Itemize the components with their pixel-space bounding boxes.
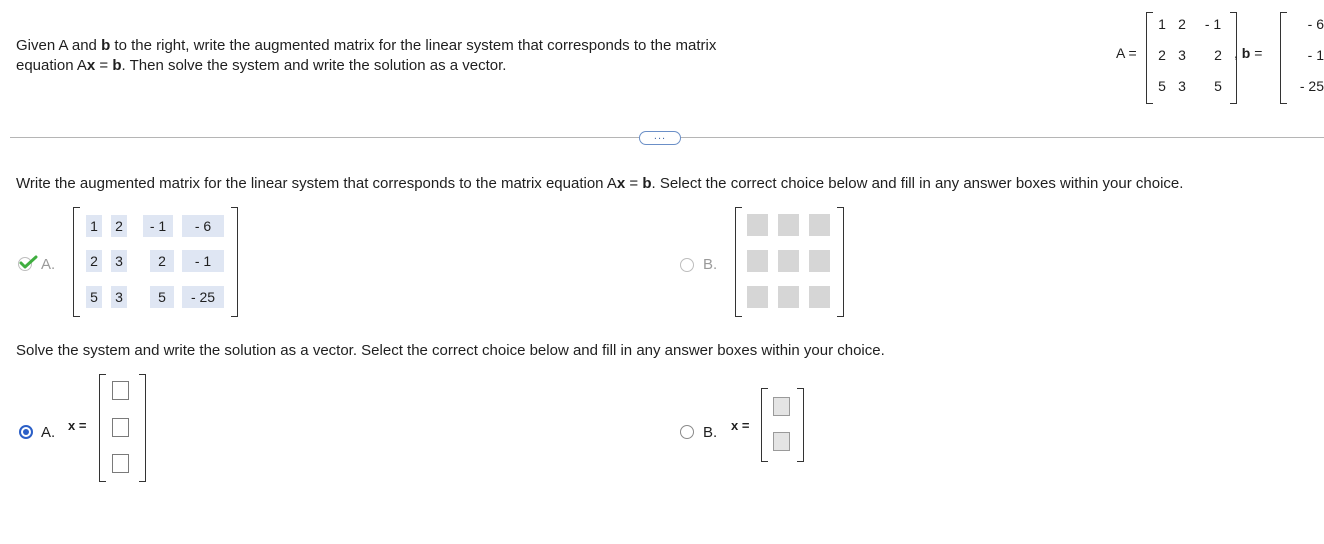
matrix-a-cell: 3 — [1178, 78, 1186, 94]
part1-option-b-label: B. — [703, 256, 718, 273]
vector-a-right-bracket — [139, 374, 146, 482]
augmented-cell: - 1 — [143, 215, 173, 237]
disabled-answer-box — [773, 397, 790, 416]
matrix-a-cell: 3 — [1178, 47, 1186, 63]
vector-b-right-bracket-2 — [797, 388, 804, 462]
matrix-a-cell: 5 — [1214, 78, 1222, 94]
x3-answer-box[interactable] — [112, 454, 129, 473]
part2-option-b-x-label: x = — [731, 418, 750, 433]
disabled-answer-box — [809, 214, 830, 236]
disabled-answer-box — [809, 286, 830, 308]
vector-b-cell: - 25 — [1299, 78, 1324, 94]
vector-b-cell: - 1 — [1307, 47, 1324, 63]
vector-b-left-bracket-2 — [761, 388, 768, 462]
augmented-cell: 2 — [150, 250, 174, 272]
augmented-cell: 3 — [111, 286, 127, 308]
augmented-cell: 3 — [111, 250, 127, 272]
placeholder-right-bracket — [837, 207, 844, 317]
placeholder-left-bracket — [735, 207, 742, 317]
correct-check-icon — [18, 255, 38, 271]
augmented-cell: 5 — [150, 286, 174, 308]
disabled-answer-box — [778, 214, 799, 236]
augmented-cell: 2 — [111, 215, 127, 237]
part1-question: Write the augmented matrix for the linea… — [16, 175, 1184, 192]
part2-option-a-label: A. — [41, 424, 56, 441]
disabled-answer-box — [778, 250, 799, 272]
matrix-a-cell: 2 — [1214, 47, 1222, 63]
matrix-a-label: A = — [1116, 45, 1137, 61]
augmented-cell: 5 — [86, 286, 102, 308]
problem-prompt: Given A and b to the right, write the au… — [16, 36, 816, 76]
matrix-a-cell: 1 — [1158, 16, 1166, 32]
disabled-answer-box — [747, 286, 768, 308]
x1-answer-box[interactable] — [112, 381, 129, 400]
part2-option-a-x-label: x = — [68, 418, 87, 433]
part1-option-a-label: A. — [41, 256, 56, 273]
disabled-answer-box — [773, 432, 790, 451]
vector-b-label: , b = — [1234, 45, 1263, 61]
part2-question: Solve the system and write the solution … — [16, 342, 885, 359]
disabled-answer-box — [747, 214, 768, 236]
augmented-cell: - 1 — [182, 250, 224, 272]
augmented-right-bracket — [231, 207, 238, 317]
vector-b-cell: - 6 — [1307, 16, 1324, 32]
x2-answer-box[interactable] — [112, 418, 129, 437]
disabled-answer-box — [809, 250, 830, 272]
matrix-a-cell: 2 — [1158, 47, 1166, 63]
part2-option-a-radio[interactable] — [19, 425, 33, 439]
augmented-left-bracket — [73, 207, 80, 317]
matrix-a-cell: - 1 — [1204, 16, 1222, 32]
prompt-line-2: equation Ax = b. Then solve the system a… — [16, 57, 507, 74]
part2-option-b-radio[interactable] — [680, 425, 694, 439]
disabled-answer-box — [778, 286, 799, 308]
augmented-cell: - 25 — [182, 286, 224, 308]
more-button[interactable]: ... — [639, 131, 681, 145]
part2-option-b-label: B. — [703, 424, 718, 441]
augmented-cell: 1 — [86, 215, 102, 237]
disabled-answer-box — [747, 250, 768, 272]
matrix-a-cell: 2 — [1178, 16, 1186, 32]
vector-a-left-bracket — [99, 374, 106, 482]
augmented-cell: 2 — [86, 250, 102, 272]
matrix-a-cell: 5 — [1158, 78, 1166, 94]
part1-option-b-radio[interactable] — [680, 258, 694, 272]
prompt-line-1: Given A and b to the right, write the au… — [16, 37, 717, 54]
augmented-cell: - 6 — [182, 215, 224, 237]
